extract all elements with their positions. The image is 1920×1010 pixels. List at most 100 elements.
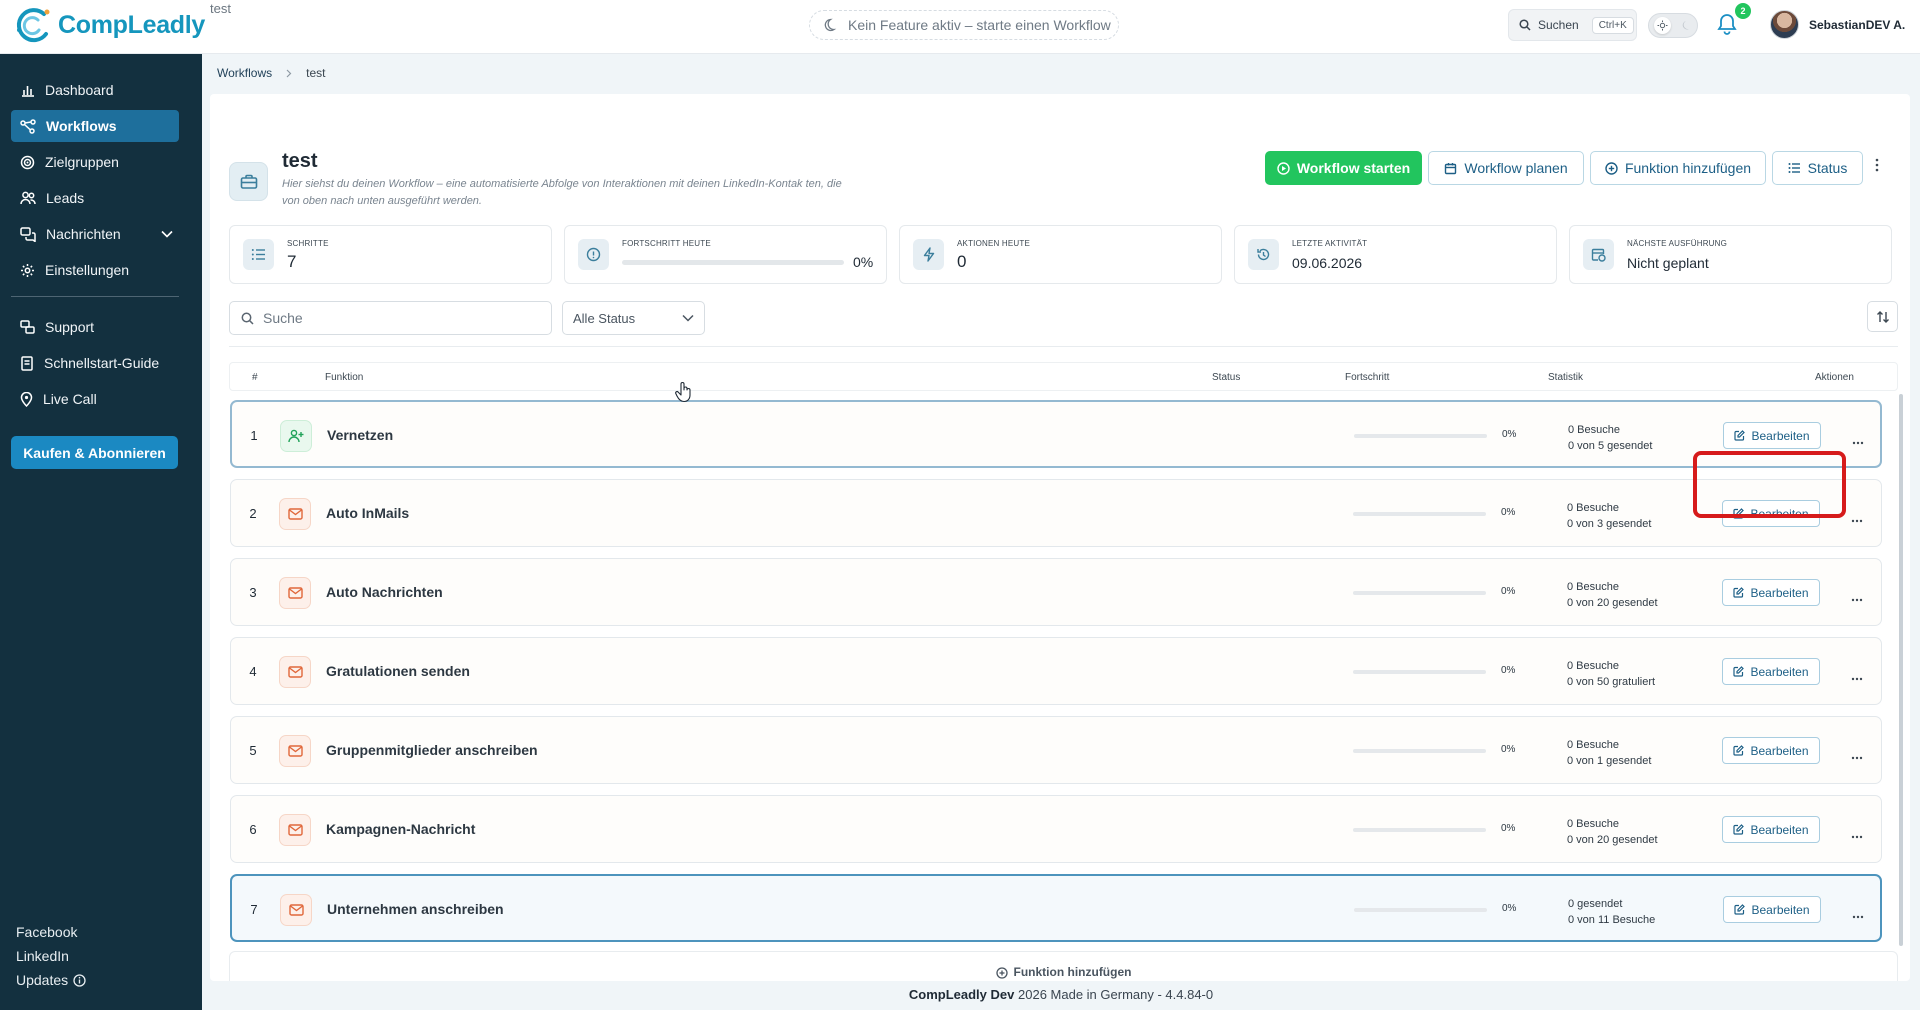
row-stats: 0 Besuche 0 von 1 gesendet (1567, 737, 1651, 769)
row-stat-visits: 0 Besuche (1567, 581, 1619, 593)
row-more-button[interactable] (1852, 906, 1864, 924)
sidebar-item-label: Einstellungen (45, 262, 130, 278)
briefcase-icon (229, 162, 268, 201)
calendar-clock-icon (1583, 239, 1614, 270)
table-row[interactable]: 1 Vernetzen 0% 0 Besuche 0 von 5 gesendet… (230, 400, 1882, 468)
stat-next-run: NÄCHSTE AUSFÜHRUNG Nicht geplant (1569, 225, 1892, 284)
sidebar-item-dashboard[interactable]: Dashboard (11, 74, 179, 106)
global-search-button[interactable]: Suchen Ctrl+K (1508, 9, 1637, 41)
sort-arrows-icon (1876, 310, 1890, 324)
row-more-button[interactable] (1852, 432, 1864, 450)
plan-workflow-button[interactable]: Workflow planen (1428, 151, 1584, 185)
buy-subscribe-button[interactable]: Kaufen & Abonnieren (11, 436, 178, 469)
table-row[interactable]: 3 Auto Nachrichten 0% 0 Besuche 0 von 20 … (230, 558, 1882, 626)
theme-toggle[interactable] (1648, 13, 1698, 38)
table-row[interactable]: 4 Gratulationen senden 0% 0 Besuche 0 von… (230, 637, 1882, 705)
search-input[interactable]: Suche (229, 301, 552, 335)
user-menu[interactable]: SebastianDEV A. (1770, 10, 1905, 39)
support-icon (20, 319, 35, 335)
sidebar-item-schnellstart-guide[interactable]: Schnellstart-Guide (11, 347, 179, 379)
search-shortcut: Ctrl+K (1591, 16, 1634, 34)
row-stats: 0 Besuche 0 von 3 gesendet (1567, 500, 1651, 532)
notifications-button[interactable] (1716, 12, 1738, 41)
breadcrumb: Workflows test (217, 66, 325, 80)
sidebar-item-label: Leads (46, 190, 85, 206)
row-name: Auto Nachrichten (326, 584, 443, 600)
row-number: 6 (249, 822, 257, 837)
more-horizontal-icon (1851, 835, 1863, 839)
edit-button[interactable]: Bearbeiten (1722, 816, 1820, 843)
sidebar-item-nachrichten[interactable]: Nachrichten (11, 218, 179, 250)
add-function-button[interactable]: Funktion hinzufügen (1590, 151, 1766, 185)
history-icon (1248, 239, 1279, 270)
row-more-button[interactable] (1851, 826, 1863, 844)
row-more-button[interactable] (1851, 510, 1863, 528)
logo-text: CompLeadly (58, 10, 206, 39)
more-horizontal-icon (1852, 915, 1864, 919)
linkedin-link[interactable]: LinkedIn (16, 944, 86, 968)
gear-icon (20, 263, 35, 278)
sort-button[interactable] (1867, 301, 1898, 332)
add-function-row[interactable]: Funktion hinzufügen (229, 951, 1898, 981)
sidebar-item-support[interactable]: Support (11, 311, 179, 343)
row-stat-sent: 0 von 50 gratuliert (1567, 676, 1656, 688)
sidebar-item-live-call[interactable]: Live Call (11, 383, 179, 415)
row-stat-visits: 0 Besuche (1567, 660, 1619, 672)
sidebar-item-workflows[interactable]: Workflows (11, 110, 179, 142)
updates-link[interactable]: Updates (16, 968, 86, 992)
target-icon (20, 155, 35, 170)
more-horizontal-icon (1851, 519, 1863, 523)
facebook-link[interactable]: Facebook (16, 920, 86, 944)
stat-actions-today: AKTIONEN HEUTE 0 (899, 225, 1222, 284)
logo[interactable]: CompLeadly (14, 6, 205, 44)
breadcrumb-workflows[interactable]: Workflows (217, 66, 272, 80)
list-check-icon (243, 239, 274, 270)
table-row[interactable]: 6 Kampagnen-Nachricht 0% 0 Besuche 0 von … (230, 795, 1882, 863)
edit-icon (1733, 745, 1745, 756)
row-more-button[interactable] (1851, 589, 1863, 607)
mail-icon (280, 894, 312, 926)
scrollbar[interactable] (1899, 394, 1903, 946)
edit-button[interactable]: Bearbeiten (1722, 579, 1820, 606)
row-more-button[interactable] (1851, 668, 1863, 686)
more-horizontal-icon (1852, 441, 1864, 445)
start-workflow-button[interactable]: Workflow starten (1265, 151, 1422, 185)
chevron-down-icon (682, 314, 694, 322)
mail-icon (279, 814, 311, 846)
main-content: Workflows test test Hier siehst du deine… (202, 54, 1920, 1010)
sidebar-item-zielgruppen[interactable]: Zielgruppen (11, 146, 179, 178)
edit-button[interactable]: Bearbeiten (1722, 737, 1820, 764)
row-more-button[interactable] (1851, 747, 1863, 765)
more-horizontal-icon (1851, 598, 1863, 602)
row-number: 1 (250, 428, 258, 443)
table-row[interactable]: 2 Auto InMails 0% 0 Besuche 0 von 3 gesen… (230, 479, 1882, 547)
row-number: 2 (249, 506, 257, 521)
edit-button[interactable]: Bearbeiten (1723, 422, 1821, 449)
row-name: Gruppenmitglieder anschreiben (326, 742, 538, 758)
sidebar-item-einstellungen[interactable]: Einstellungen (11, 254, 179, 286)
edit-button[interactable]: Bearbeiten (1722, 658, 1820, 685)
moon-icon (824, 18, 838, 32)
sun-icon (1654, 17, 1671, 34)
status-label: Status (1807, 160, 1848, 176)
table-row[interactable]: 7 Unternehmen anschreiben 0% 0 gesendet 0… (230, 874, 1882, 942)
edit-button[interactable]: Bearbeiten (1723, 896, 1821, 923)
calendar-icon (1444, 162, 1457, 175)
status-filter-select[interactable]: Alle Status (562, 301, 705, 335)
row-progress-bar (1353, 828, 1486, 832)
sidebar-item-leads[interactable]: Leads (11, 182, 179, 214)
row-progress-value: 0% (1501, 665, 1516, 676)
location-icon (20, 391, 33, 407)
play-circle-icon (1277, 161, 1290, 175)
row-progress-value: 0% (1501, 823, 1516, 834)
edit-label: Bearbeiten (1750, 743, 1809, 758)
more-options-button[interactable] (1875, 158, 1879, 177)
row-stat-sent: 0 von 5 gesendet (1568, 440, 1653, 452)
status-button[interactable]: Status (1772, 151, 1863, 185)
table-row[interactable]: 5 Gruppenmitglieder anschreiben 0% 0 Bes… (230, 716, 1882, 784)
row-stat-visits: 0 Besuche (1568, 424, 1620, 436)
row-stat-visits: 0 Besuche (1567, 502, 1619, 514)
edit-label: Bearbeiten (1750, 664, 1809, 679)
sidebar-divider (11, 296, 179, 297)
feature-status-pill[interactable]: Kein Feature aktiv – starte einen Workfl… (809, 10, 1119, 40)
